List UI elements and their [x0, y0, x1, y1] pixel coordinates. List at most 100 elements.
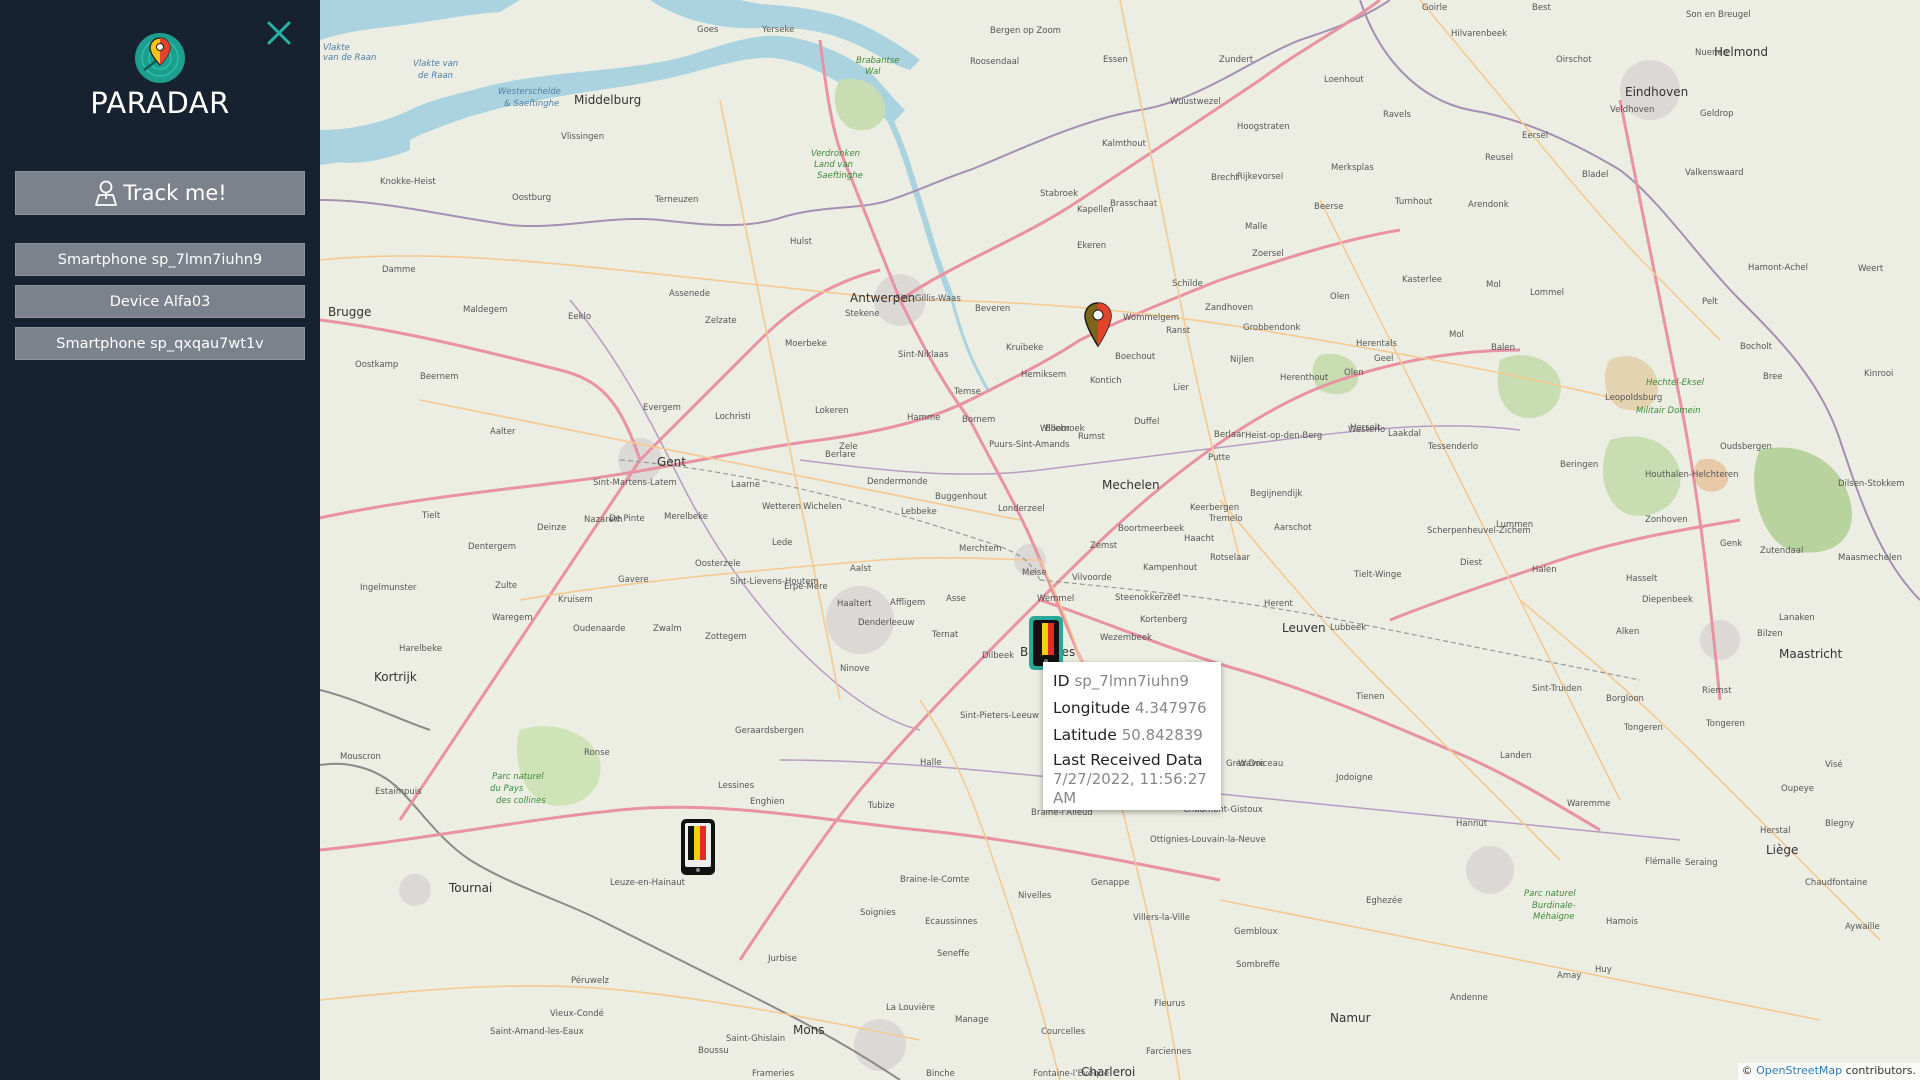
- svg-text:Hamois: Hamois: [1606, 917, 1638, 927]
- device-marker-alfa03[interactable]: [1084, 302, 1112, 352]
- svg-text:Duffel: Duffel: [1134, 417, 1159, 427]
- svg-text:Mol: Mol: [1486, 280, 1501, 290]
- device-item-label: Smartphone sp_qxqau7wt1v: [56, 335, 264, 352]
- svg-text:Kasterlee: Kasterlee: [1402, 275, 1442, 285]
- svg-text:Denderleeuw: Denderleeuw: [858, 618, 914, 628]
- svg-text:Brabantse: Brabantse: [856, 56, 900, 66]
- close-sidebar-button[interactable]: [264, 18, 294, 48]
- svg-text:Zulte: Zulte: [495, 581, 517, 591]
- svg-text:Zwalm: Zwalm: [653, 624, 682, 634]
- device-item-sp-qxqau7wt1v[interactable]: Smartphone sp_qxqau7wt1v: [15, 327, 305, 360]
- svg-text:Kruibeke: Kruibeke: [1006, 343, 1043, 353]
- svg-text:Landen: Landen: [1500, 751, 1531, 761]
- svg-text:Laarne: Laarne: [731, 480, 760, 490]
- svg-text:Vlakte: Vlakte: [323, 43, 350, 53]
- svg-text:Eersel: Eersel: [1522, 131, 1548, 141]
- svg-text:Dendermonde: Dendermonde: [867, 477, 928, 487]
- svg-text:Balen: Balen: [1491, 343, 1515, 353]
- popup-longitude-row: Longitude 4.347976: [1053, 695, 1211, 722]
- svg-text:Lier: Lier: [1173, 383, 1189, 393]
- svg-text:Zelzate: Zelzate: [705, 316, 737, 326]
- attribution-prefix: ©: [1741, 1064, 1753, 1077]
- svg-text:Gent: Gent: [657, 455, 686, 469]
- svg-text:Meise: Meise: [1022, 568, 1047, 578]
- svg-text:Mechelen: Mechelen: [1102, 478, 1160, 492]
- svg-text:Kampenhout: Kampenhout: [1143, 563, 1198, 573]
- svg-text:Sint-Niklaas: Sint-Niklaas: [898, 350, 949, 360]
- svg-text:Putte: Putte: [1208, 453, 1230, 463]
- map-pin-icon[interactable]: [1084, 302, 1112, 348]
- svg-text:Beveren: Beveren: [975, 304, 1010, 314]
- svg-text:Scherpenheuvel-Zichem: Scherpenheuvel-Zichem: [1427, 526, 1531, 536]
- svg-text:Lokeren: Lokeren: [815, 406, 849, 416]
- svg-text:Waregem: Waregem: [492, 613, 533, 623]
- close-icon[interactable]: [264, 18, 294, 48]
- svg-text:Vlakte van: Vlakte van: [413, 59, 458, 69]
- popup-last-received-label: Last Received Data: [1053, 751, 1203, 769]
- svg-text:Boechout: Boechout: [1115, 352, 1156, 362]
- smartphone-marker-sp-qxqau7wt1v[interactable]: [680, 818, 716, 880]
- svg-text:Sint-Truiden: Sint-Truiden: [1532, 684, 1582, 694]
- svg-text:Maastricht: Maastricht: [1779, 647, 1842, 661]
- openstreetmap-link[interactable]: OpenStreetMap: [1756, 1064, 1842, 1077]
- svg-text:Rotselaar: Rotselaar: [1210, 553, 1250, 563]
- svg-text:Beringen: Beringen: [1560, 460, 1598, 470]
- svg-text:Courcelles: Courcelles: [1041, 1027, 1086, 1037]
- device-item-label: Device Alfa03: [109, 293, 211, 310]
- svg-text:Zottegem: Zottegem: [705, 632, 747, 642]
- svg-text:Ecaussinnes: Ecaussinnes: [925, 917, 978, 927]
- svg-text:Turnhout: Turnhout: [1394, 197, 1433, 207]
- svg-text:de Raan: de Raan: [418, 71, 453, 81]
- track-me-button[interactable]: Track me!: [15, 171, 305, 215]
- svg-text:Tremelo: Tremelo: [1208, 514, 1243, 524]
- person-pin-icon: [95, 180, 118, 206]
- svg-text:Malle: Malle: [1245, 222, 1268, 232]
- svg-text:Bergen op Zoom: Bergen op Zoom: [990, 26, 1061, 36]
- svg-text:Leuze-en-Hainaut: Leuze-en-Hainaut: [610, 878, 686, 888]
- svg-text:Tielt: Tielt: [421, 511, 441, 521]
- svg-text:Damme: Damme: [382, 265, 416, 275]
- svg-text:Gavere: Gavere: [618, 575, 649, 585]
- svg-text:Genk: Genk: [1720, 539, 1742, 549]
- attribution-suffix: contributors.: [1845, 1064, 1916, 1077]
- svg-text:Wichelen: Wichelen: [803, 502, 842, 512]
- device-item-alfa03[interactable]: Device Alfa03: [15, 285, 305, 318]
- smartphone-flag-icon[interactable]: [680, 818, 716, 876]
- map-view[interactable]: Middelburg Helmond Eindhoven Antwerpen B…: [320, 0, 1920, 1080]
- popup-latitude-value: 50.842839: [1121, 726, 1203, 744]
- device-item-sp-7lmn7iuhn9[interactable]: Smartphone sp_7lmn7iuhn9: [15, 243, 305, 276]
- svg-text:Andenne: Andenne: [1450, 993, 1488, 1003]
- svg-text:Tournai: Tournai: [448, 881, 492, 895]
- svg-text:Deinze: Deinze: [537, 523, 566, 533]
- svg-text:Nuenen: Nuenen: [1695, 48, 1728, 58]
- popup-longitude-label: Longitude: [1053, 699, 1131, 717]
- svg-text:Herselt: Herselt: [1350, 423, 1381, 433]
- svg-text:Yerseke: Yerseke: [761, 25, 794, 35]
- svg-text:Ingelmunster: Ingelmunster: [360, 583, 417, 593]
- svg-text:Houthalen-Helchteren: Houthalen-Helchteren: [1645, 470, 1738, 480]
- svg-text:Zemst: Zemst: [1090, 541, 1118, 551]
- svg-text:Maasmechelen: Maasmechelen: [1838, 553, 1902, 563]
- svg-text:Tongeren: Tongeren: [1623, 723, 1663, 733]
- svg-text:Kortrijk: Kortrijk: [374, 670, 417, 684]
- svg-text:Sombreffe: Sombreffe: [1236, 960, 1280, 970]
- svg-text:Mons: Mons: [793, 1023, 825, 1037]
- svg-text:Kinrooi: Kinrooi: [1864, 369, 1893, 379]
- svg-text:Hamme: Hamme: [907, 413, 940, 423]
- svg-text:Reusel: Reusel: [1485, 153, 1513, 163]
- svg-text:Gembloux: Gembloux: [1234, 927, 1277, 937]
- svg-text:Fleurus: Fleurus: [1154, 999, 1186, 1009]
- svg-text:Grobbendonk: Grobbendonk: [1243, 323, 1300, 333]
- svg-text:Assenede: Assenede: [669, 289, 710, 299]
- svg-text:Zundert: Zundert: [1219, 55, 1254, 65]
- svg-text:Tubize: Tubize: [867, 801, 895, 811]
- svg-text:Herentals: Herentals: [1356, 339, 1397, 349]
- svg-text:Lubbeek: Lubbeek: [1330, 623, 1366, 633]
- svg-text:Saint-Amand-les-Eaux: Saint-Amand-les-Eaux: [490, 1027, 584, 1037]
- svg-text:Land van: Land van: [814, 160, 853, 170]
- map-tiles[interactable]: Middelburg Helmond Eindhoven Antwerpen B…: [320, 0, 1920, 1080]
- svg-text:Wezembeek: Wezembeek: [1100, 633, 1152, 643]
- popup-latitude-row: Latitude 50.842839: [1053, 722, 1211, 749]
- svg-text:Londerzeel: Londerzeel: [998, 504, 1045, 514]
- popup-id-value: sp_7lmn7iuhn9: [1074, 672, 1189, 690]
